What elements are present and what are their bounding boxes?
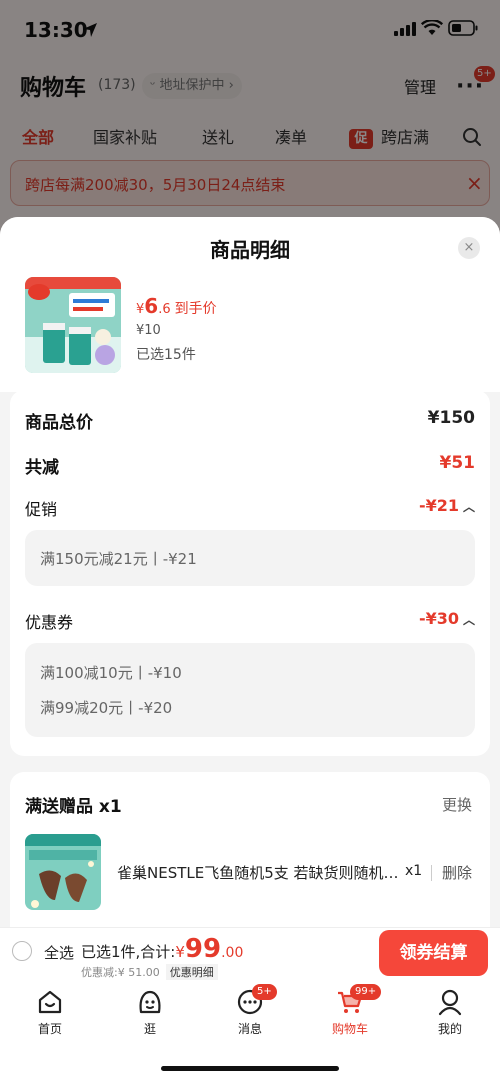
coupon-detail-box: 满100减10元丨-¥10 满99减20元丨-¥20 — [25, 643, 475, 737]
chevron-up-icon: ︿ — [462, 613, 475, 627]
final-price: ¥6.6 到手价 — [136, 294, 217, 318]
home-icon — [38, 990, 62, 1014]
promotion-toggle[interactable]: -¥21 ︿ — [419, 496, 475, 515]
profile-icon — [438, 989, 462, 1016]
summary-text: 已选1件,合计: — [81, 943, 176, 961]
divider — [431, 865, 432, 881]
select-all-checkbox[interactable] — [12, 941, 32, 961]
coupon-label: 优惠券 — [25, 613, 74, 632]
tab-profile[interactable]: 我的 — [400, 984, 500, 1044]
total-price-label: 商品总价 — [25, 413, 93, 433]
selected-quantity: 已选15件 — [136, 347, 196, 363]
product-image — [25, 277, 121, 373]
total-reduction-value: ¥51 — [439, 453, 476, 473]
tab-browse-label: 逛 — [143, 1022, 156, 1036]
order-summary: 已选1件,合计:¥99.00 — [81, 934, 243, 964]
price-decimal: .6 — [158, 302, 171, 317]
price-integer: 6 — [144, 294, 159, 318]
message-badge: 5+ — [252, 984, 277, 1000]
tab-cart[interactable]: 99+ 购物车 — [300, 984, 400, 1044]
coupon-value: -¥30 — [418, 609, 459, 628]
summary-currency: ¥ — [175, 943, 185, 961]
summary-decimal: .00 — [221, 945, 244, 961]
tab-profile-label: 我的 — [437, 1022, 462, 1036]
coupon-line: 满99减20元丨-¥20 — [40, 699, 173, 717]
original-price: ¥10 — [136, 323, 161, 338]
tab-home-label: 首页 — [37, 1022, 62, 1036]
promotion-detail-box: 满150元减21元丨-¥21 — [25, 530, 475, 586]
gift-delete-button[interactable]: 删除 — [442, 862, 472, 883]
total-reduction-label: 共减 — [25, 458, 59, 478]
tab-messages[interactable]: 5+ 消息 — [200, 984, 300, 1044]
discount-summary: 优惠减:¥ 51.00 优惠明细 — [81, 964, 218, 980]
promotion-value: -¥21 — [418, 496, 459, 515]
gift-title: 满送赠品 x1 — [25, 797, 122, 817]
tab-cart-label: 购物车 — [331, 1022, 368, 1036]
select-all-label[interactable]: 全选 — [44, 942, 74, 963]
browse-icon — [139, 990, 161, 1014]
cart-badge: 99+ — [350, 984, 382, 1000]
checkout-button[interactable]: 领券结算 — [379, 930, 488, 976]
discount-text: 优惠减:¥ 51.00 — [81, 966, 160, 979]
bottom-tab-bar: 首页 逛 5+ 消息 99+ 购物车 我的 — [0, 984, 500, 1082]
product-detail-sheet: 商品明细 × ¥6.6 到手价 ¥10 已选15件 商品总价 ¥150 共减 ¥… — [0, 217, 500, 927]
tab-browse[interactable]: 逛 — [100, 984, 200, 1044]
gift-quantity: x1 — [405, 863, 423, 879]
free-gift-card: 满送赠品 x1 更换 雀巢NESTLE飞鱼随机5支 若缺货则随机发货 x1 删除 — [10, 772, 490, 927]
promotion-line: 满150元减21元丨-¥21 — [40, 550, 197, 568]
promotion-label: 促销 — [25, 500, 58, 519]
discount-detail-link[interactable]: 优惠明细 — [165, 964, 218, 980]
total-price-value: ¥150 — [427, 408, 475, 428]
checkout-bar: 全选 已选1件,合计:¥99.00 优惠减:¥ 51.00 优惠明细 领券结算 — [0, 927, 500, 984]
gift-image — [25, 834, 101, 910]
gift-change-button[interactable]: 更换 — [442, 794, 472, 815]
sheet-header: 商品明细 × ¥6.6 到手价 ¥10 已选15件 — [0, 217, 500, 392]
home-indicator[interactable] — [161, 1066, 339, 1071]
close-icon[interactable]: × — [458, 237, 480, 259]
price-suffix: 到手价 — [174, 301, 217, 317]
tab-home[interactable]: 首页 — [0, 984, 100, 1044]
tab-messages-label: 消息 — [237, 1022, 262, 1036]
summary-integer: 99 — [184, 934, 222, 964]
price-breakdown-card: 商品总价 ¥150 共减 ¥51 促销 -¥21 ︿ 满150元减21元丨-¥21… — [10, 390, 490, 756]
chevron-up-icon: ︿ — [462, 500, 475, 514]
coupon-toggle[interactable]: -¥30 ︿ — [419, 609, 475, 628]
sheet-title: 商品明细 — [210, 238, 290, 262]
gift-name: 雀巢NESTLE飞鱼随机5支 若缺货则随机发货 — [117, 864, 403, 882]
coupon-line: 满100减10元丨-¥10 — [40, 664, 182, 682]
